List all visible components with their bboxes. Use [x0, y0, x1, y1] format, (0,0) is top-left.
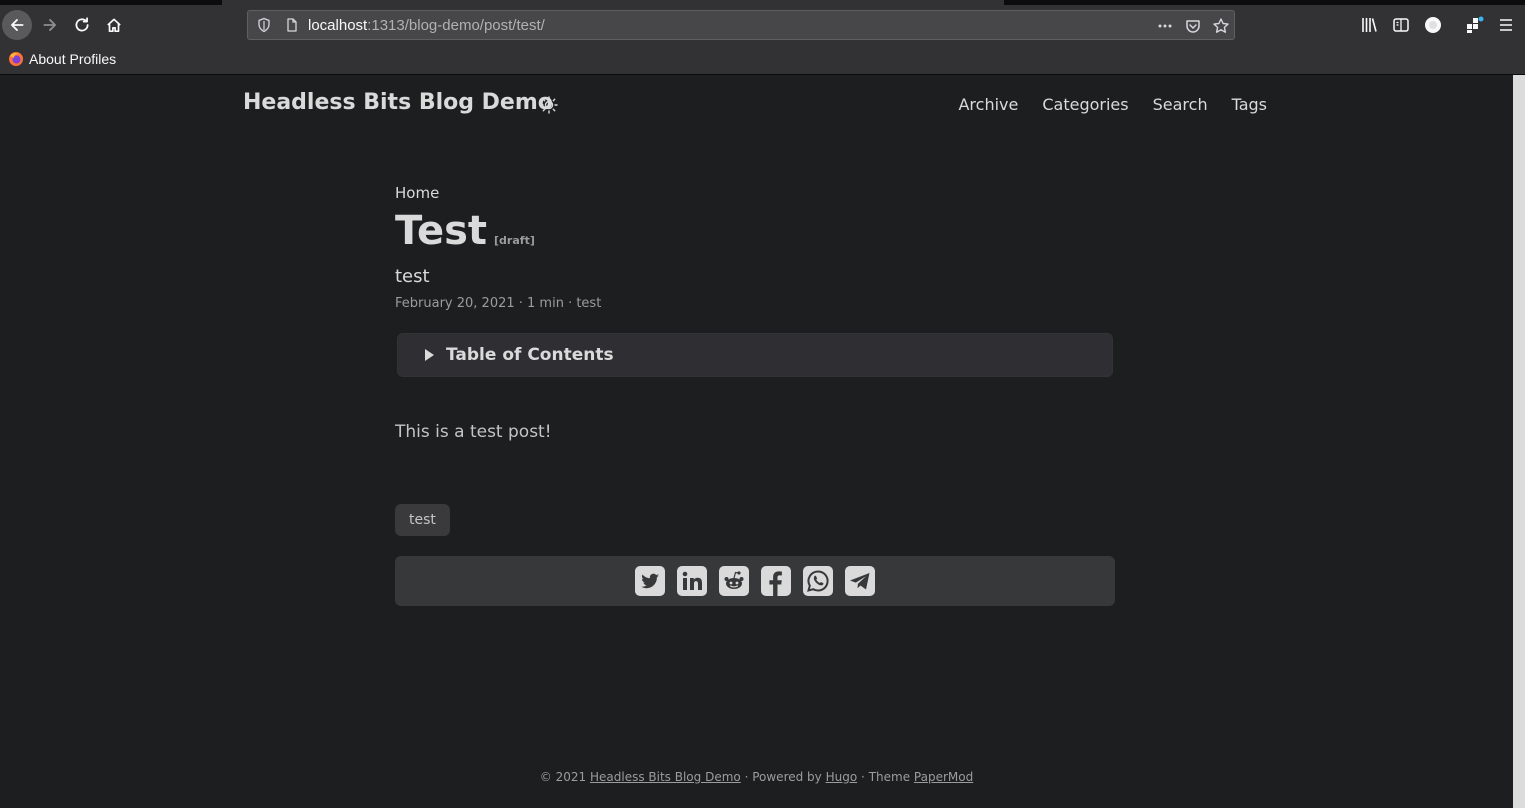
url-host: localhost	[308, 17, 368, 34]
bookmarks-toolbar: About Profiles	[0, 46, 1525, 75]
back-button[interactable]	[2, 10, 32, 40]
reddit-icon[interactable]	[719, 566, 749, 596]
home-button[interactable]	[99, 10, 129, 40]
menu-archive[interactable]: Archive	[958, 95, 1018, 114]
account-avatar-icon[interactable]	[1423, 15, 1443, 35]
forward-button[interactable]	[35, 10, 65, 40]
menu-search[interactable]: Search	[1153, 95, 1208, 114]
firefox-icon	[9, 52, 23, 66]
twitter-icon[interactable]	[635, 566, 665, 596]
whatsapp-icon[interactable]	[803, 566, 833, 596]
url-text[interactable]: localhost:1313/blog-demo/post/test/	[308, 17, 545, 34]
page-actions-icon[interactable]	[1156, 17, 1174, 35]
page-scrollbar[interactable]	[1513, 75, 1525, 808]
post-tag[interactable]: test	[395, 504, 450, 536]
sidebar-icon[interactable]	[1391, 15, 1411, 35]
footer-site-link[interactable]: Headless Bits Blog Demo	[590, 770, 741, 784]
copyright: © 2021	[539, 770, 587, 784]
linkedin-icon[interactable]	[677, 566, 707, 596]
page-info-icon[interactable]	[284, 17, 300, 33]
bookmark-label: About Profiles	[29, 51, 117, 67]
forward-arrow-icon	[43, 19, 56, 31]
draft-badge: [draft]	[494, 234, 535, 247]
footer-hugo-link[interactable]: Hugo	[826, 770, 858, 784]
post-title-row: Test [draft]	[395, 208, 1115, 254]
reload-button[interactable]	[67, 10, 97, 40]
scrollbar-thumb[interactable]	[1513, 75, 1525, 808]
disclosure-triangle-icon	[425, 349, 434, 361]
url-bar[interactable]: localhost:1313/blog-demo/post/test/	[247, 10, 1235, 40]
theme-label: Theme	[868, 770, 911, 784]
post-description: test	[395, 266, 430, 287]
site-logo[interactable]: Headless Bits Blog Demo	[243, 90, 553, 115]
theme-toggle-sun-icon[interactable]	[540, 96, 558, 114]
extensions-icon[interactable]	[1464, 15, 1484, 35]
post-content: This is a test post!	[395, 422, 552, 442]
main-menu: Archive Categories Search Tags	[958, 95, 1267, 114]
url-path: :1313/blog-demo/post/test/	[367, 17, 545, 34]
browser-toolbar: localhost:1313/blog-demo/post/test/	[0, 5, 1525, 46]
footer-separator: ·	[744, 770, 749, 784]
powered-by: Powered by	[752, 770, 822, 784]
post-title: Test	[395, 208, 488, 254]
tracking-shield-icon[interactable]	[256, 17, 272, 33]
menu-tags[interactable]: Tags	[1232, 95, 1267, 114]
footer-papermod-link[interactable]: PaperMod	[914, 770, 973, 784]
back-arrow-icon	[11, 19, 24, 31]
toc-label: Table of Contents	[446, 345, 614, 365]
facebook-icon[interactable]	[761, 566, 791, 596]
table-of-contents-toggle[interactable]: Table of Contents	[397, 333, 1113, 377]
site-footer: © 2021 Headless Bits Blog Demo · Powered…	[0, 770, 1513, 784]
menu-categories[interactable]: Categories	[1042, 95, 1128, 114]
footer-separator: ·	[861, 770, 865, 784]
reload-icon	[75, 17, 89, 32]
pocket-icon[interactable]	[1184, 17, 1202, 35]
bookmark-about-profiles[interactable]: About Profiles	[8, 51, 116, 67]
post-main: Home Test [draft] test February 20, 2021…	[395, 184, 1115, 606]
breadcrumb-home[interactable]: Home	[395, 184, 1115, 202]
share-buttons	[395, 556, 1115, 606]
bookmark-star-icon[interactable]	[1212, 17, 1230, 35]
home-icon	[107, 18, 121, 33]
post-meta: February 20, 2021 · 1 min · test	[395, 296, 602, 311]
telegram-icon[interactable]	[845, 566, 875, 596]
library-icon[interactable]	[1359, 15, 1379, 35]
site-header: Headless Bits Blog Demo Archive Categori…	[243, 90, 1267, 122]
hamburger-menu-icon[interactable]	[1496, 15, 1516, 35]
